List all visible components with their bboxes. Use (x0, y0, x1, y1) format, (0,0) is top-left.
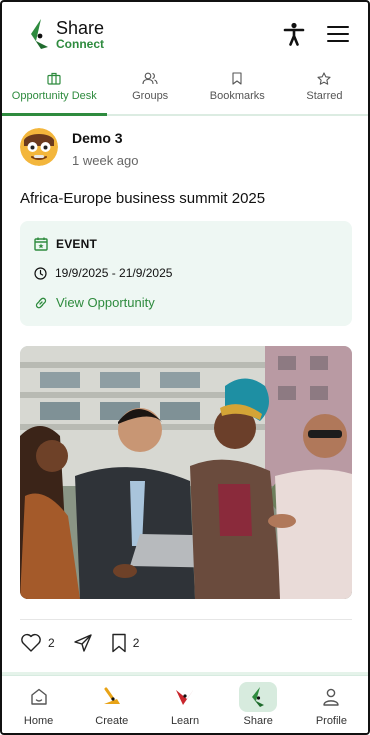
share-logo-icon (252, 687, 265, 707)
event-dates: 19/9/2025 - 21/9/2025 (55, 266, 173, 280)
post-title: Africa-Europe business summit 2025 (20, 190, 266, 207)
tab-label: Groups (132, 90, 169, 102)
tab-groups[interactable]: Groups (107, 66, 194, 114)
bookmark-icon (111, 633, 126, 653)
avatar[interactable] (20, 128, 58, 166)
tab-opportunity-desk[interactable]: Opportunity Desk (2, 66, 107, 116)
send-icon (73, 634, 92, 652)
link-icon (35, 297, 47, 308)
post-author[interactable]: Demo 3 1 week ago (20, 128, 352, 168)
post-divider (20, 619, 352, 620)
learn-icon (176, 689, 194, 705)
tab-label: Starred (306, 90, 343, 102)
menu-icon[interactable] (326, 22, 350, 46)
nav-label: Profile (315, 715, 347, 727)
event-card: EVENT 19/9/2025 - 21/9/2025 View Opportu… (20, 221, 352, 326)
nav-label: Create (95, 715, 129, 727)
author-name[interactable]: Demo 3 (72, 130, 139, 146)
users-icon (142, 72, 158, 85)
nav-label: Share (243, 715, 273, 727)
tab-bookmarks[interactable]: Bookmarks (194, 66, 281, 114)
nav-learn[interactable]: Learn (148, 676, 221, 733)
post-card: Demo 3 1 week ago Africa-Europe business… (20, 128, 352, 653)
bookmark-icon (232, 72, 242, 85)
create-icon (103, 687, 120, 704)
logo-subtitle: Connect (56, 36, 104, 51)
briefcase-icon (47, 72, 61, 85)
nav-profile[interactable]: Profile (295, 676, 368, 733)
app-logo[interactable]: Share Connect (28, 17, 104, 51)
tab-starred[interactable]: Starred (281, 66, 368, 114)
tab-label: Bookmarks (209, 90, 265, 102)
nav-create[interactable]: Create (75, 676, 148, 733)
accessibility-icon[interactable] (282, 22, 306, 46)
nav-home[interactable]: Home (2, 676, 75, 733)
like-button[interactable]: 2 (20, 633, 55, 653)
clock-icon (34, 266, 47, 280)
send-button[interactable] (73, 633, 93, 653)
view-opportunity-label[interactable]: View Opportunity (56, 295, 155, 310)
app-header: Share Connect (2, 2, 368, 66)
app-frame: Share Connect Opportunity Desk Groups Bo… (0, 0, 370, 735)
logo-title: Share (56, 17, 105, 38)
star-icon (317, 72, 331, 85)
event-type-label: EVENT (56, 237, 98, 251)
heart-icon (21, 633, 41, 652)
nav-share[interactable]: Share (222, 676, 295, 733)
bookmark-count: 2 (132, 636, 140, 650)
nav-label: Learn (170, 715, 200, 727)
bottom-nav: Home Create Learn Share Profile (2, 675, 368, 733)
view-opportunity-link[interactable]: View Opportunity (34, 295, 338, 310)
calendar-star-icon (34, 237, 48, 251)
tab-label: Opportunity Desk (11, 90, 97, 102)
home-icon (30, 688, 47, 705)
bookmark-button[interactable]: 2 (111, 633, 140, 653)
like-count: 2 (48, 636, 55, 650)
share-connect-logo-icon (31, 19, 48, 49)
post-timestamp: 1 week ago (72, 153, 139, 168)
post-image[interactable] (20, 346, 352, 599)
nav-label: Home (23, 715, 54, 727)
tab-bar: Opportunity Desk Groups Bookmarks Starre… (2, 66, 368, 116)
post-actions: 2 2 (20, 633, 352, 653)
profile-icon (323, 688, 340, 706)
